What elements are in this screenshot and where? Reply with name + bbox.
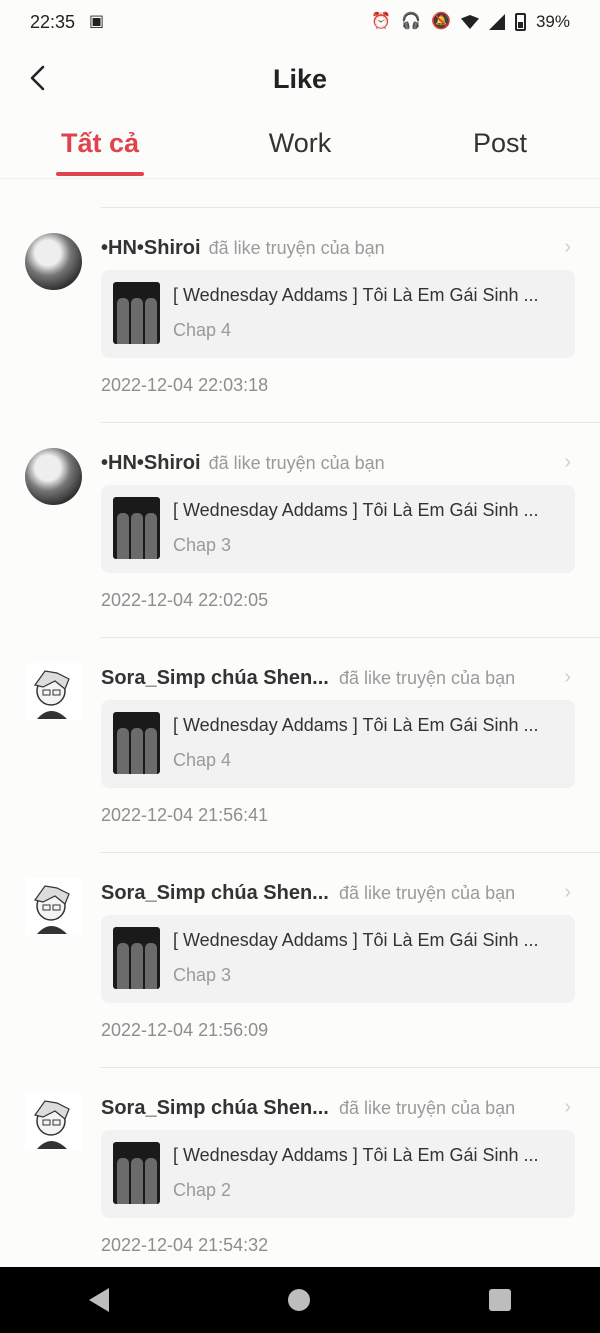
active-tab-indicator bbox=[56, 172, 144, 176]
story-cover-image bbox=[113, 712, 160, 774]
battery-icon bbox=[514, 13, 526, 31]
nav-back-icon[interactable] bbox=[89, 1288, 110, 1312]
action-text: đã like truyện của bạn bbox=[208, 237, 385, 258]
story-cover-image bbox=[113, 1142, 160, 1204]
timestamp: 2022-12-04 21:54:32 bbox=[101, 1235, 269, 1255]
notification-list: •HN•Shiroi đã like truyện của bạn › [ We… bbox=[0, 207, 600, 1282]
story-title: [ Wednesday Addams ] Tôi Là Em Gái Sinh … bbox=[173, 1145, 539, 1165]
story-title: [ Wednesday Addams ] Tôi Là Em Gái Sinh … bbox=[173, 500, 539, 520]
tab-work[interactable]: Work bbox=[200, 118, 400, 178]
mute-icon: 🔕 bbox=[431, 13, 451, 30]
tab-work-label: Work bbox=[268, 128, 332, 158]
notification-item[interactable]: •HN•Shiroi đã like truyện của bạn › [ We… bbox=[25, 207, 600, 422]
tab-post-label: Post bbox=[472, 128, 528, 158]
avatar[interactable] bbox=[25, 1093, 82, 1150]
avatar[interactable] bbox=[25, 233, 82, 290]
avatar[interactable] bbox=[25, 448, 82, 505]
tab-all-label: Tất cả bbox=[60, 128, 140, 158]
timestamp: 2022-12-04 22:03:18 bbox=[101, 375, 269, 395]
battery-percent: 39% bbox=[535, 12, 570, 31]
timestamp: 2022-12-04 21:56:09 bbox=[101, 1020, 269, 1040]
tab-bar: Tất cả Work Post bbox=[0, 118, 600, 179]
chevron-right-icon: › bbox=[564, 451, 571, 473]
action-text: đã like truyện của bạn bbox=[339, 667, 516, 688]
chapter-label: Chap 3 bbox=[173, 535, 232, 555]
action-text: đã like truyện của bạn bbox=[339, 882, 516, 903]
back-button[interactable] bbox=[18, 58, 58, 98]
chevron-right-icon: › bbox=[564, 666, 571, 688]
chevron-right-icon: › bbox=[564, 236, 571, 258]
story-title: [ Wednesday Addams ] Tôi Là Em Gái Sinh … bbox=[173, 930, 539, 950]
chapter-label: Chap 2 bbox=[173, 1180, 232, 1200]
alarm-icon: ⏰ bbox=[371, 13, 392, 30]
chevron-left-icon bbox=[30, 65, 45, 91]
story-cover-image bbox=[113, 497, 160, 559]
username[interactable]: •HN•Shiroi bbox=[101, 237, 201, 260]
page-title: Like bbox=[272, 63, 328, 94]
notification-item[interactable]: Sora_Simp chúa Shen... đã like truyện củ… bbox=[25, 1067, 600, 1282]
timestamp: 2022-12-04 22:02:05 bbox=[101, 590, 269, 610]
username[interactable]: •HN•Shiroi bbox=[101, 452, 201, 475]
story-card[interactable]: [ Wednesday Addams ] Tôi Là Em Gái Sinh … bbox=[101, 700, 575, 788]
notification-item[interactable]: Sora_Simp chúa Shen... đã like truyện củ… bbox=[25, 637, 600, 852]
chevron-right-icon: › bbox=[564, 1096, 571, 1118]
top-app-bar: Like bbox=[0, 44, 600, 114]
notification-item[interactable]: •HN•Shiroi đã like truyện của bạn › [ We… bbox=[25, 422, 600, 637]
headphones-icon: 🎧 bbox=[401, 13, 422, 30]
story-title: [ Wednesday Addams ] Tôi Là Em Gái Sinh … bbox=[173, 715, 539, 735]
action-text: đã like truyện của bạn bbox=[339, 1097, 516, 1118]
sim-icon: ▣ bbox=[89, 13, 105, 30]
chevron-right-icon: › bbox=[564, 881, 571, 903]
story-card[interactable]: [ Wednesday Addams ] Tôi Là Em Gái Sinh … bbox=[101, 915, 575, 1003]
clock-text: 22:35 bbox=[30, 11, 76, 32]
chapter-label: Chap 3 bbox=[173, 965, 232, 985]
chapter-label: Chap 4 bbox=[173, 320, 232, 340]
username[interactable]: Sora_Simp chúa Shen... bbox=[101, 667, 331, 690]
story-cover-image bbox=[113, 282, 160, 344]
tab-post[interactable]: Post bbox=[400, 118, 600, 178]
action-text: đã like truyện của bạn bbox=[208, 452, 385, 473]
timestamp: 2022-12-04 21:56:41 bbox=[101, 805, 269, 825]
story-card[interactable]: [ Wednesday Addams ] Tôi Là Em Gái Sinh … bbox=[101, 270, 575, 358]
nav-home-icon[interactable] bbox=[287, 1289, 310, 1311]
story-card[interactable]: [ Wednesday Addams ] Tôi Là Em Gái Sinh … bbox=[101, 1130, 575, 1218]
status-bar: 22:35 ▣ ⏰ 🎧 🔕 39% bbox=[0, 0, 600, 44]
tab-all[interactable]: Tất cả bbox=[0, 118, 200, 178]
story-cover-image bbox=[113, 927, 160, 989]
chapter-label: Chap 4 bbox=[173, 750, 232, 770]
username[interactable]: Sora_Simp chúa Shen... bbox=[101, 882, 331, 905]
story-card[interactable]: [ Wednesday Addams ] Tôi Là Em Gái Sinh … bbox=[101, 485, 575, 573]
wifi-icon bbox=[460, 15, 479, 29]
system-nav-bar bbox=[0, 1267, 600, 1333]
notification-item[interactable]: Sora_Simp chúa Shen... đã like truyện củ… bbox=[25, 852, 600, 1067]
story-title: [ Wednesday Addams ] Tôi Là Em Gái Sinh … bbox=[173, 285, 539, 305]
username[interactable]: Sora_Simp chúa Shen... bbox=[101, 1097, 331, 1120]
signal-icon bbox=[488, 14, 505, 30]
avatar[interactable] bbox=[25, 878, 82, 935]
nav-recents-icon[interactable] bbox=[488, 1289, 511, 1311]
avatar[interactable] bbox=[25, 663, 82, 720]
